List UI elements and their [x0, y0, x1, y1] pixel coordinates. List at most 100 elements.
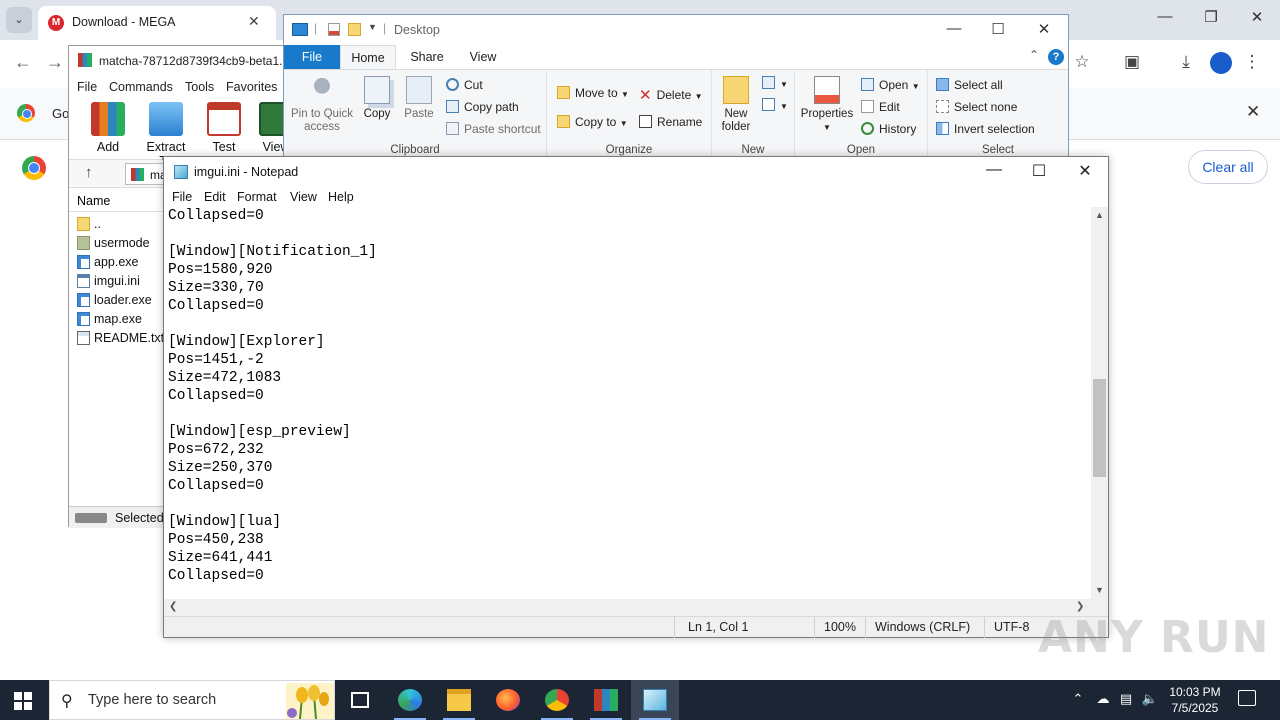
menu-format[interactable]: Format: [237, 190, 277, 204]
text-editor[interactable]: Collapsed=0 [Window][Notification_1] Pos…: [168, 207, 1090, 599]
chevron-down-icon[interactable]: ▼: [368, 22, 377, 32]
paste-shortcut-button[interactable]: Paste shortcut: [446, 122, 541, 136]
tab-file[interactable]: File: [284, 45, 340, 69]
select-group-label: Select: [982, 144, 1014, 156]
test-button[interactable]: Test: [197, 102, 251, 154]
extensions-icon[interactable]: ▣: [1120, 52, 1144, 72]
download-icon[interactable]: ⤓: [1174, 52, 1198, 72]
horizontal-scrollbar[interactable]: ❮ ❯: [164, 599, 1091, 616]
up-arrow-icon[interactable]: ↑: [85, 164, 93, 181]
menu-view[interactable]: View: [290, 190, 317, 204]
notification-icon[interactable]: [1238, 690, 1256, 706]
clear-all-button[interactable]: Clear all: [1188, 150, 1268, 184]
explorer-title: Desktop: [394, 23, 440, 37]
menu-favorites[interactable]: Favorites: [226, 80, 277, 94]
close-icon[interactable]: ✕: [1246, 102, 1260, 122]
security-icon[interactable]: ☁: [1093, 691, 1113, 707]
notepad-icon[interactable]: [631, 680, 679, 720]
edit-button[interactable]: Edit: [861, 100, 900, 114]
open-button[interactable]: Open ▼: [861, 78, 920, 92]
notepad-window: imgui.ini - Notepad — ☐ ✕ File Edit Form…: [163, 156, 1109, 638]
taskbar-search[interactable]: ⚲ Type here to search: [49, 680, 335, 720]
invert-selection-button[interactable]: Invert selection: [936, 122, 1035, 136]
new-folder-icon[interactable]: [348, 23, 361, 36]
new-item-button[interactable]: ▼: [762, 76, 788, 90]
menu-tools[interactable]: Tools: [185, 80, 214, 94]
pin-quick-access-button[interactable]: Pin to Quick access: [290, 76, 354, 134]
minimize-icon[interactable]: —: [932, 20, 976, 37]
tab-view[interactable]: View: [458, 45, 508, 69]
status-divider: [865, 617, 866, 638]
scroll-left-icon[interactable]: ❮: [169, 601, 177, 612]
chrome-logo-icon: [17, 104, 35, 122]
status-divider: [814, 617, 815, 638]
organize-group-label: Organize: [605, 144, 653, 156]
close-tab-icon[interactable]: ✕: [248, 13, 260, 30]
scroll-down-icon[interactable]: ▼: [1091, 585, 1108, 595]
tab-home[interactable]: Home: [340, 45, 396, 69]
restore-icon[interactable]: ❐: [1196, 8, 1226, 26]
select-none-button[interactable]: Select none: [936, 100, 1017, 114]
menu-file[interactable]: File: [172, 190, 192, 204]
profile-avatar[interactable]: [1210, 52, 1232, 74]
menu-commands[interactable]: Commands: [109, 80, 173, 94]
notepad-title: imgui.ini - Notepad: [194, 165, 299, 179]
select-all-button[interactable]: Select all: [936, 78, 1003, 92]
collapse-ribbon-icon[interactable]: ⌃: [1029, 48, 1039, 62]
browser-tab-mega[interactable]: M Download - MEGA ✕: [38, 6, 276, 40]
paste-label: Paste: [404, 108, 434, 120]
copy-path-button[interactable]: Copy path: [446, 100, 519, 114]
delete-button[interactable]: ✕ Delete ▼: [639, 86, 703, 104]
close-icon[interactable]: ✕: [1242, 8, 1272, 26]
menu-edit[interactable]: Edit: [204, 190, 226, 204]
minimize-icon[interactable]: —: [1150, 8, 1180, 25]
close-icon[interactable]: ✕: [1062, 161, 1108, 181]
scroll-thumb[interactable]: [1093, 379, 1106, 477]
move-to-button[interactable]: Move to ▼: [557, 86, 629, 100]
chevron-down-icon[interactable]: ⌄: [6, 7, 32, 33]
chrome-icon[interactable]: [533, 680, 581, 720]
windows-start-icon[interactable]: [14, 692, 32, 710]
rename-button[interactable]: Rename: [639, 115, 702, 129]
new-folder-button[interactable]: New folder: [716, 76, 756, 134]
close-icon[interactable]: ✕: [1022, 20, 1066, 38]
edge-icon[interactable]: [386, 680, 434, 720]
copy-to-button[interactable]: Copy to ▼: [557, 115, 628, 129]
maximize-icon[interactable]: ☐: [1016, 161, 1062, 181]
task-view-icon[interactable]: [336, 680, 384, 720]
volume-icon[interactable]: 🔈: [1140, 691, 1160, 707]
bookmark-star-icon[interactable]: ☆: [1070, 52, 1094, 72]
help-icon[interactable]: ?: [1048, 49, 1064, 65]
system-clock[interactable]: 10:03 PM 7/5/2025: [1160, 684, 1230, 716]
minimize-icon[interactable]: —: [971, 161, 1017, 179]
paste-button[interactable]: Paste: [400, 76, 438, 121]
copy-label: Copy: [363, 108, 391, 120]
menu-file[interactable]: File: [77, 80, 97, 94]
history-button[interactable]: History: [861, 122, 916, 136]
file-explorer-icon[interactable]: [435, 680, 483, 720]
add-button[interactable]: Add: [81, 102, 135, 154]
cut-button[interactable]: Cut: [446, 78, 483, 92]
forward-icon[interactable]: →: [46, 52, 64, 73]
vertical-scrollbar[interactable]: ▲ ▼: [1091, 207, 1108, 599]
winrar-menubar: File Commands Tools Favorites: [69, 76, 289, 98]
properties-icon[interactable]: [328, 23, 340, 36]
scroll-right-icon[interactable]: ❯: [1076, 601, 1084, 612]
back-icon[interactable]: ←: [14, 52, 32, 73]
copy-button[interactable]: Copy: [358, 76, 396, 121]
chevron-up-icon[interactable]: ⌃: [1068, 691, 1088, 707]
tab-share[interactable]: Share: [402, 45, 452, 69]
paste-shortcut-icon: [446, 122, 459, 135]
winrar-icon[interactable]: [582, 680, 630, 720]
exe-file-icon: [77, 293, 90, 307]
maximize-icon[interactable]: ☐: [976, 20, 1020, 38]
easy-access-button[interactable]: ▼: [762, 98, 788, 112]
firefox-icon[interactable]: [484, 680, 532, 720]
network-icon[interactable]: ▤: [1116, 691, 1136, 707]
menu-icon[interactable]: ⋮: [1240, 52, 1264, 72]
menu-help[interactable]: Help: [328, 190, 354, 204]
ribbon: Pin to Quick access Copy Paste Cut Copy …: [284, 69, 1068, 158]
scroll-up-icon[interactable]: ▲: [1091, 210, 1108, 220]
properties-button[interactable]: Properties ▼: [799, 76, 855, 134]
separator: |: [383, 21, 387, 35]
